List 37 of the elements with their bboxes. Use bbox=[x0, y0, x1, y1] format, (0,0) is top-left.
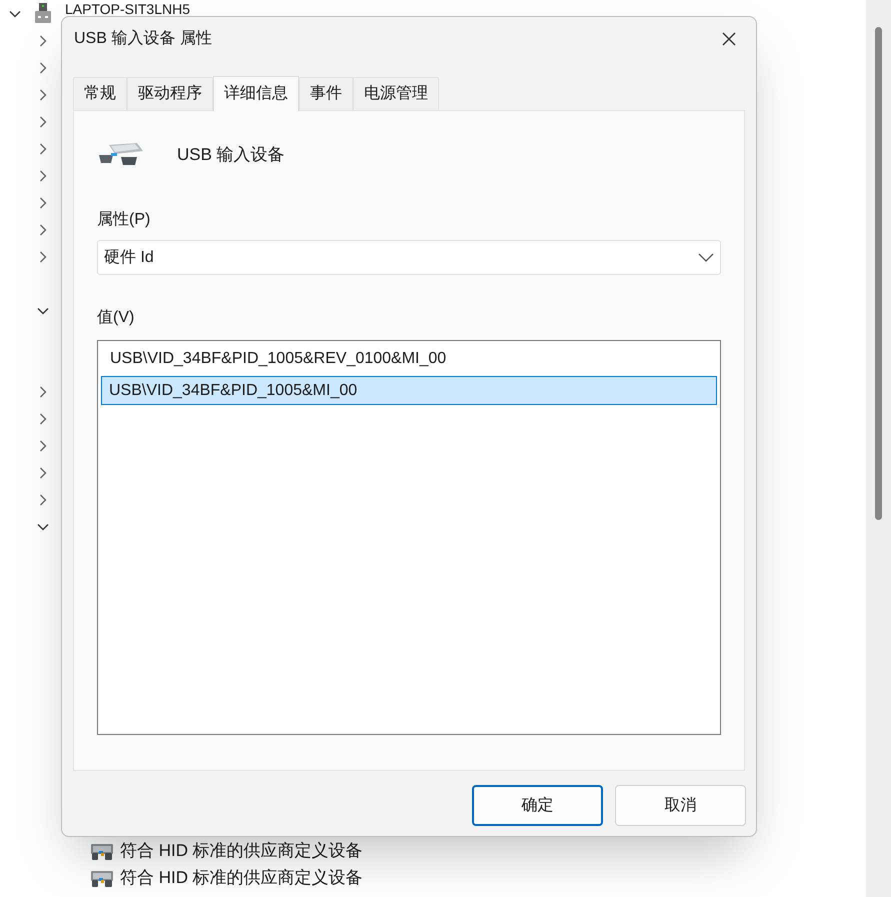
value-label: 值(V) bbox=[97, 308, 134, 328]
chevron-down-icon bbox=[698, 253, 714, 262]
property-dropdown[interactable]: 硬件 Id bbox=[97, 240, 721, 275]
dialog-button[interactable]: 取消 bbox=[615, 785, 746, 826]
chevron-right-icon[interactable] bbox=[39, 250, 47, 262]
chevron-right-icon[interactable] bbox=[39, 466, 47, 478]
chevron-right-icon[interactable] bbox=[39, 412, 47, 424]
list-item[interactable]: USB\VID_34BF&PID_1005&MI_00 bbox=[101, 376, 717, 405]
tab[interactable]: 驱动程序 bbox=[127, 77, 213, 110]
chevron-down-icon[interactable] bbox=[37, 306, 49, 314]
chevron-right-icon[interactable] bbox=[39, 196, 47, 208]
tab[interactable]: 详细信息 bbox=[213, 76, 299, 111]
tab[interactable]: 电源管理 bbox=[353, 77, 439, 110]
chevron-right-icon[interactable] bbox=[39, 62, 47, 74]
property-label: 属性(P) bbox=[97, 210, 150, 230]
window-title: USB 输入设备 属性 bbox=[74, 28, 212, 49]
chevron-right-icon[interactable] bbox=[39, 88, 47, 100]
tab[interactable]: 常规 bbox=[73, 77, 127, 110]
dialog-button[interactable]: 确定 bbox=[472, 785, 603, 826]
chevron-down-icon[interactable] bbox=[9, 10, 21, 18]
chevron-right-icon[interactable] bbox=[39, 142, 47, 154]
tab[interactable]: 事件 bbox=[299, 77, 353, 110]
chevron-right-icon[interactable] bbox=[39, 116, 47, 128]
chevron-right-icon[interactable] bbox=[39, 440, 47, 452]
close-icon bbox=[722, 32, 736, 46]
list-item[interactable]: USB\VID_34BF&PID_1005&REV_0100&MI_00 bbox=[101, 344, 717, 373]
chevron-right-icon[interactable] bbox=[39, 170, 47, 182]
chevron-right-icon[interactable] bbox=[39, 386, 47, 398]
chevron-right-icon[interactable] bbox=[39, 494, 47, 506]
chevron-right-icon[interactable] bbox=[39, 34, 47, 46]
scrollbar-thumb[interactable] bbox=[875, 27, 882, 520]
chevron-down-icon[interactable] bbox=[37, 522, 49, 530]
device-name: USB 输入设备 bbox=[177, 144, 285, 166]
tree-item-label[interactable]: LAPTOP-SIT3LNH5 bbox=[65, 2, 190, 16]
tree-item-label[interactable]: 符合 HID 标准的供应商定义设备 bbox=[120, 864, 363, 890]
chevron-right-icon[interactable] bbox=[39, 224, 47, 236]
tree-item-label[interactable]: 符合 HID 标准的供应商定义设备 bbox=[120, 838, 363, 864]
